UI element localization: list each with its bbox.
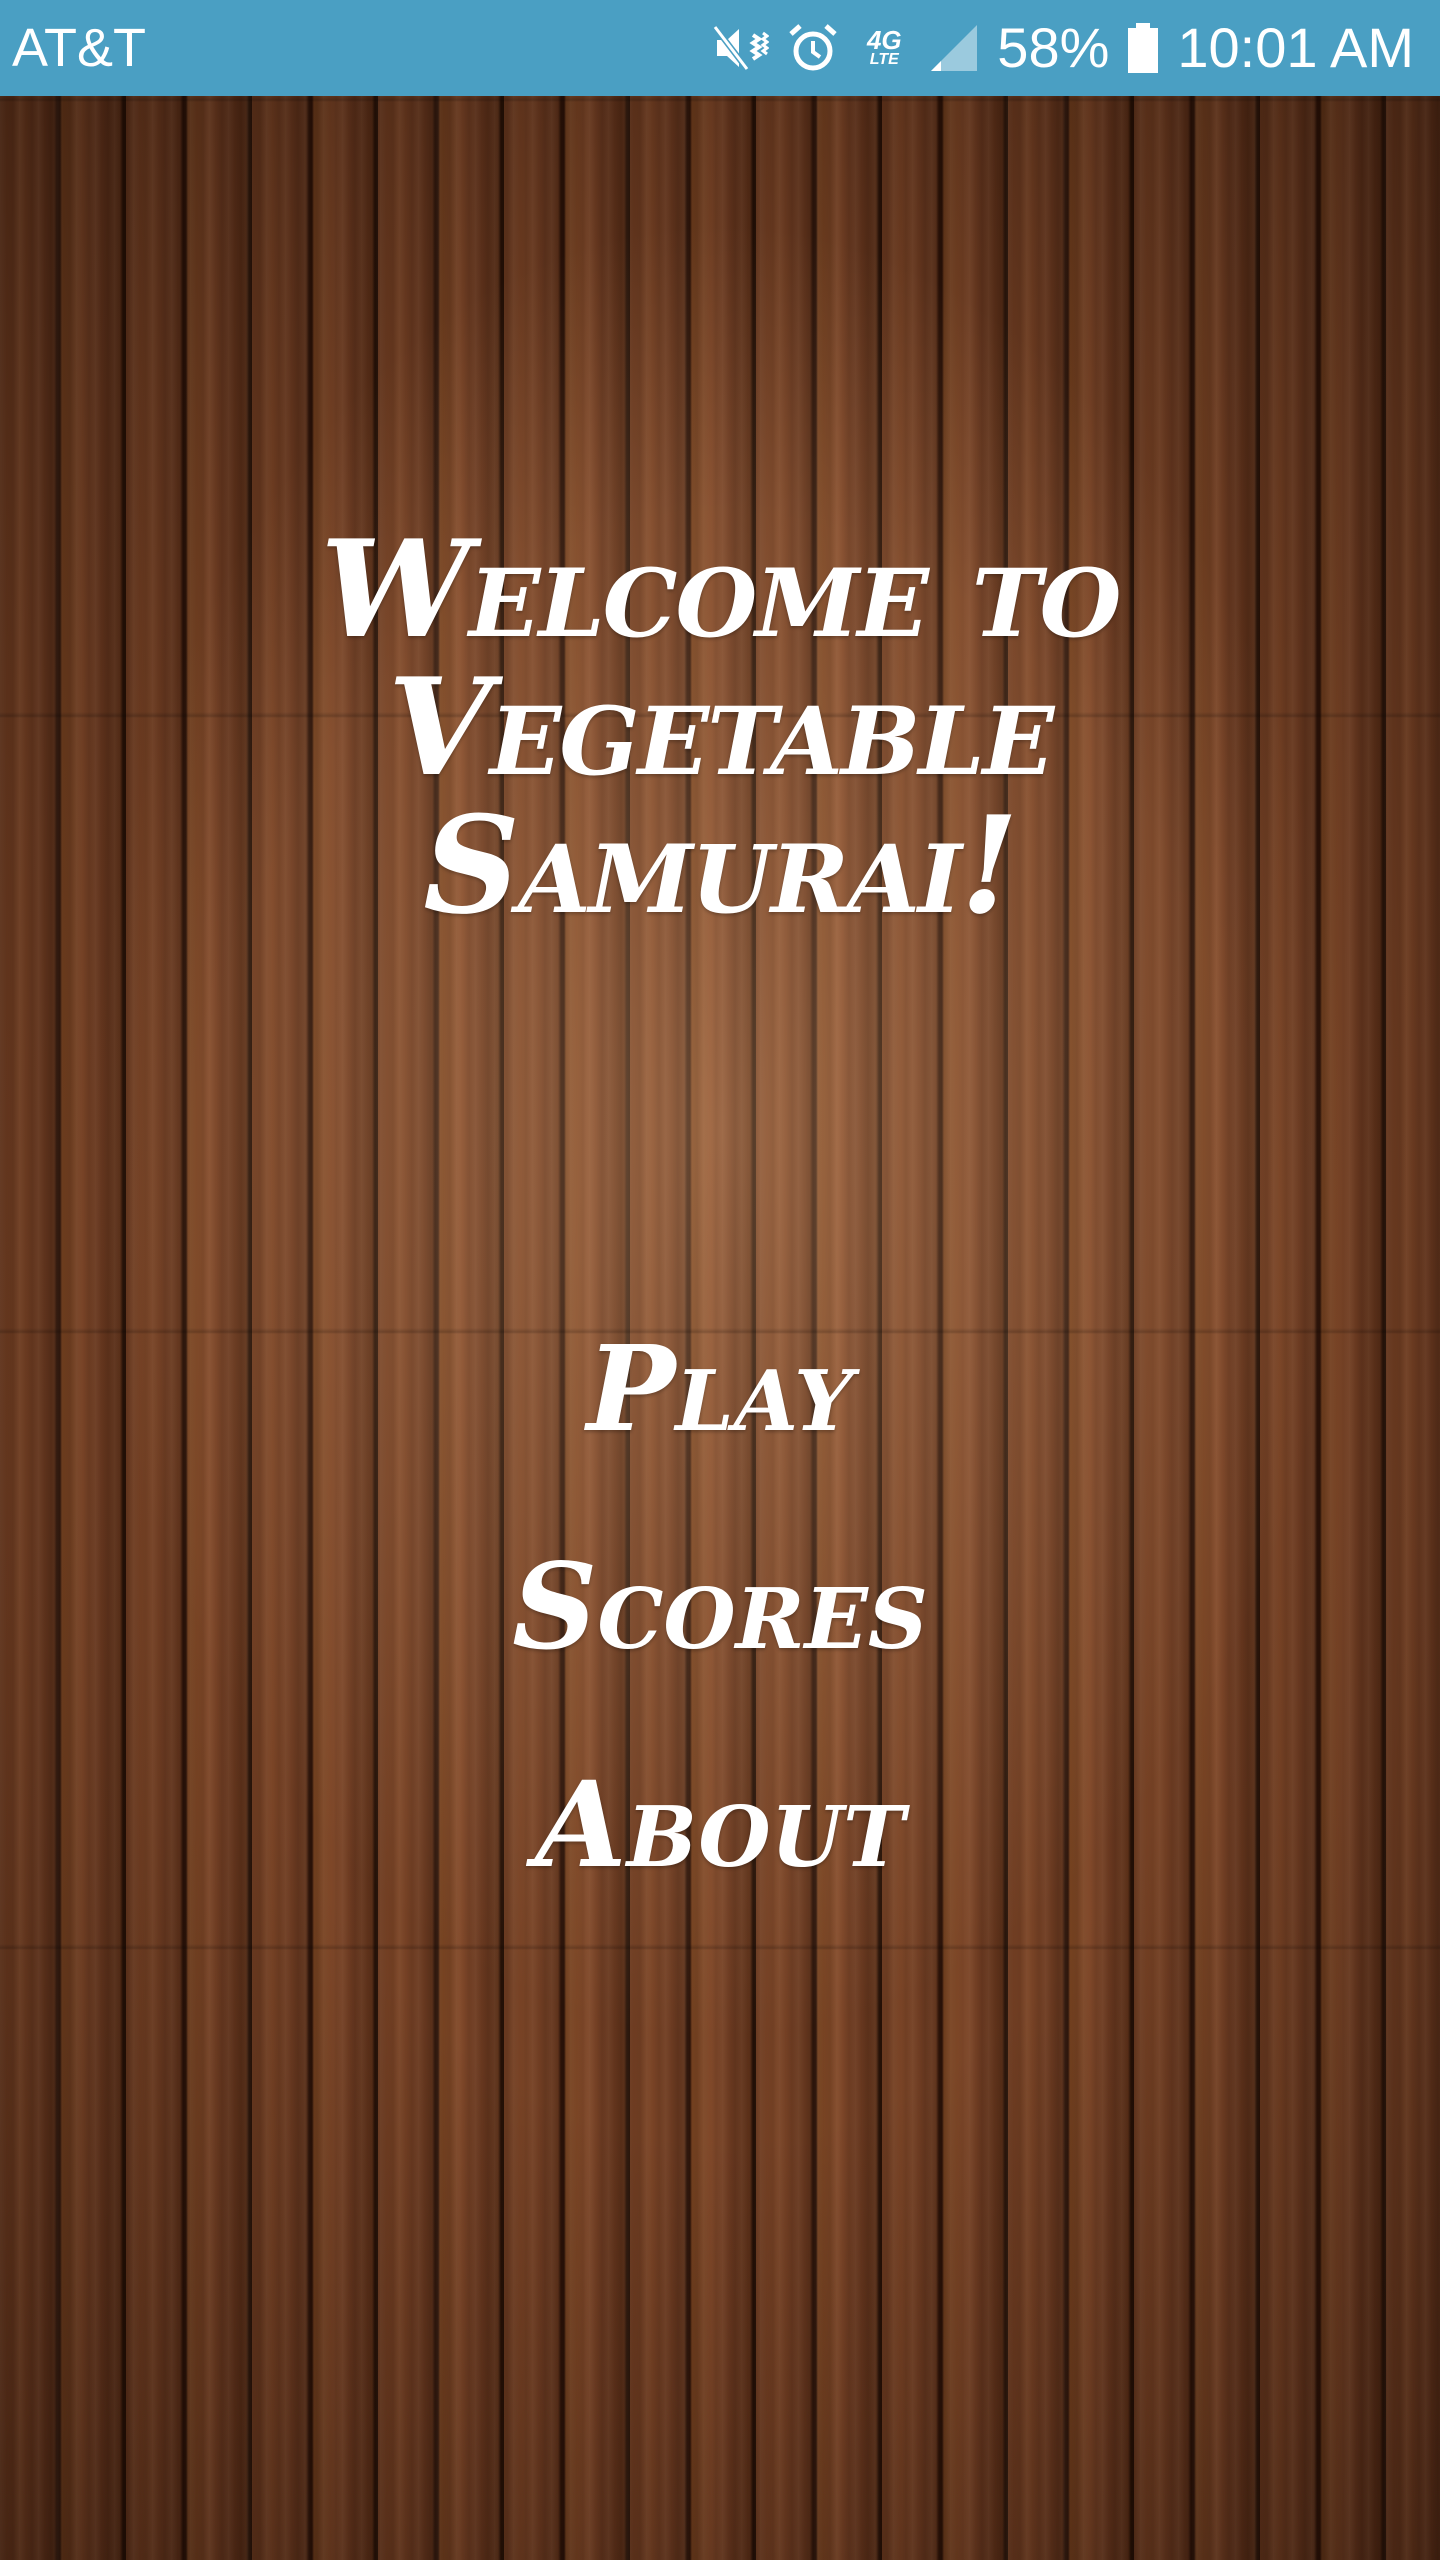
mute-vibrate-icon — [713, 23, 770, 73]
carrier-name: AT&T — [12, 18, 146, 78]
title-line-2: Vegetable — [387, 648, 1054, 806]
battery-icon — [1127, 22, 1159, 74]
title-line-1: Welcome to — [320, 510, 1121, 668]
scores-button[interactable]: Scores — [512, 1548, 928, 1666]
about-button[interactable]: About — [535, 1766, 905, 1884]
signal-icon — [929, 23, 979, 73]
game-title: Welcome to Vegetable Samurai! — [0, 520, 1440, 934]
title-line-3: Samurai! — [423, 786, 1019, 944]
play-button[interactable]: Play — [587, 1330, 854, 1448]
status-icons: 4G LTE 58% 10:01 AM — [713, 0, 1414, 96]
status-bar: AT&T 4G LTE 58% 10:01 AM — [0, 0, 1440, 96]
alarm-icon — [787, 22, 839, 74]
battery-percentage: 58% — [997, 16, 1110, 79]
network-4g-lte-icon: 4G LTE — [866, 25, 902, 68]
main-menu: Play Scores About — [0, 1330, 1440, 1884]
clock: 10:01 AM — [1177, 16, 1414, 79]
